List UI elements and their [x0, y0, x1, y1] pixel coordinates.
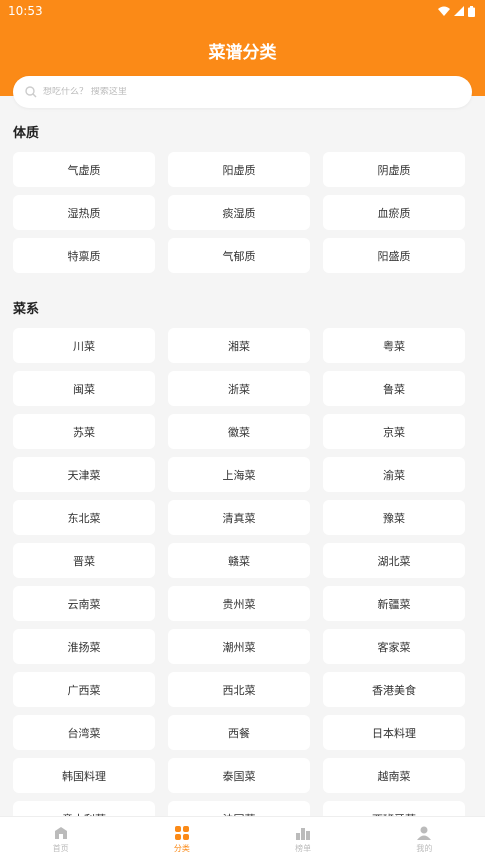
status-bar: 10:53: [0, 0, 485, 22]
tab-label: 我的: [416, 844, 433, 853]
tab-grid[interactable]: 分类: [121, 817, 242, 862]
category-item[interactable]: 京菜: [323, 414, 465, 449]
category-item[interactable]: 湖北菜: [323, 543, 465, 578]
search-icon: [25, 86, 37, 98]
tab-label: 榜单: [295, 844, 312, 853]
tab-home[interactable]: 首页: [0, 817, 121, 862]
section-title: 菜系: [13, 302, 40, 317]
category-item[interactable]: 西餐: [168, 715, 310, 750]
tab-chart[interactable]: 榜单: [243, 817, 364, 862]
section-title: 体质: [13, 126, 40, 141]
chart-icon: [295, 825, 311, 841]
category-item[interactable]: 闽菜: [13, 371, 155, 406]
status-time: 10:53: [8, 4, 43, 18]
user-icon: [416, 825, 432, 841]
category-item[interactable]: 川菜: [13, 328, 155, 363]
category-item[interactable]: 意大利菜: [13, 801, 155, 816]
category-item[interactable]: 贵州菜: [168, 586, 310, 621]
category-item[interactable]: 东北菜: [13, 500, 155, 535]
category-item[interactable]: 气郁质: [168, 238, 310, 273]
battery-icon: [468, 5, 475, 17]
category-item[interactable]: 痰湿质: [168, 195, 310, 230]
category-item[interactable]: 日本料理: [323, 715, 465, 750]
category-item[interactable]: 特禀质: [13, 238, 155, 273]
category-item[interactable]: 天津菜: [13, 457, 155, 492]
category-item[interactable]: 豫菜: [323, 500, 465, 535]
category-item[interactable]: 气虚质: [13, 152, 155, 187]
category-item[interactable]: 鲁菜: [323, 371, 465, 406]
category-item[interactable]: 广西菜: [13, 672, 155, 707]
wifi-icon: [438, 6, 450, 16]
tab-bar: 首页 分类 榜单 我的: [0, 816, 485, 862]
category-item[interactable]: 徽菜: [168, 414, 310, 449]
home-icon: [53, 825, 69, 841]
page-title: 菜谱分类: [208, 43, 277, 63]
category-list: 体质气虚质 阳虚质 阴虚质湿热质 痰湿质 血瘀质特禀质 气郁质 阳盛质菜系川菜 湘菜 粤菜闽菜浙…: [0, 108, 485, 816]
category-item[interactable]: 潮州菜: [168, 629, 310, 664]
category-item[interactable]: 粤菜: [323, 328, 465, 363]
tab-label: 首页: [52, 844, 69, 853]
category-item[interactable]: 阳盛质: [323, 238, 465, 273]
category-item[interactable]: 浙菜: [168, 371, 310, 406]
signal-icon: [454, 6, 464, 16]
category-item[interactable]: 渝菜: [323, 457, 465, 492]
tab-label: 分类: [173, 844, 190, 853]
category-item[interactable]: 赣菜: [168, 543, 310, 578]
category-item[interactable]: 湘菜: [168, 328, 310, 363]
category-item[interactable]: 新疆菜: [323, 586, 465, 621]
category-item[interactable]: 韩国料理: [13, 758, 155, 793]
search-input[interactable]: [43, 87, 423, 97]
category-item[interactable]: 血瘀质: [323, 195, 465, 230]
category-item[interactable]: 西班牙菜: [323, 801, 465, 816]
category-item[interactable]: 台湾菜: [13, 715, 155, 750]
category-item[interactable]: 上海菜: [168, 457, 310, 492]
tab-user[interactable]: 我的: [364, 817, 485, 862]
category-item[interactable]: 湿热质: [13, 195, 155, 230]
grid-icon: [174, 825, 190, 841]
category-item[interactable]: 淮扬菜: [13, 629, 155, 664]
category-item[interactable]: 云南菜: [13, 586, 155, 621]
category-item[interactable]: 法国菜: [168, 801, 310, 816]
search-bar[interactable]: [13, 76, 472, 108]
category-item[interactable]: 越南菜: [323, 758, 465, 793]
category-item[interactable]: 阳虚质: [168, 152, 310, 187]
category-item[interactable]: 客家菜: [323, 629, 465, 664]
category-item[interactable]: 清真菜: [168, 500, 310, 535]
category-grid: 川菜 湘菜 粤菜闽菜 浙菜 鲁菜苏菜 徽菜 京菜天津菜 上海菜 渝菜东北菜 清真菜 豫菜晋菜 赣菜 湖北…: [13, 328, 472, 816]
category-grid: 气虚质 阳虚质 阴虚质湿热质 痰湿质 血瘀质特禀质 气郁质 阳盛质: [13, 152, 472, 273]
category-item[interactable]: 苏菜: [13, 414, 155, 449]
category-item[interactable]: 晋菜: [13, 543, 155, 578]
category-item[interactable]: 西北菜: [168, 672, 310, 707]
category-item[interactable]: 泰国菜: [168, 758, 310, 793]
category-item[interactable]: 香港美食: [323, 672, 465, 707]
category-item[interactable]: 阴虚质: [323, 152, 465, 187]
